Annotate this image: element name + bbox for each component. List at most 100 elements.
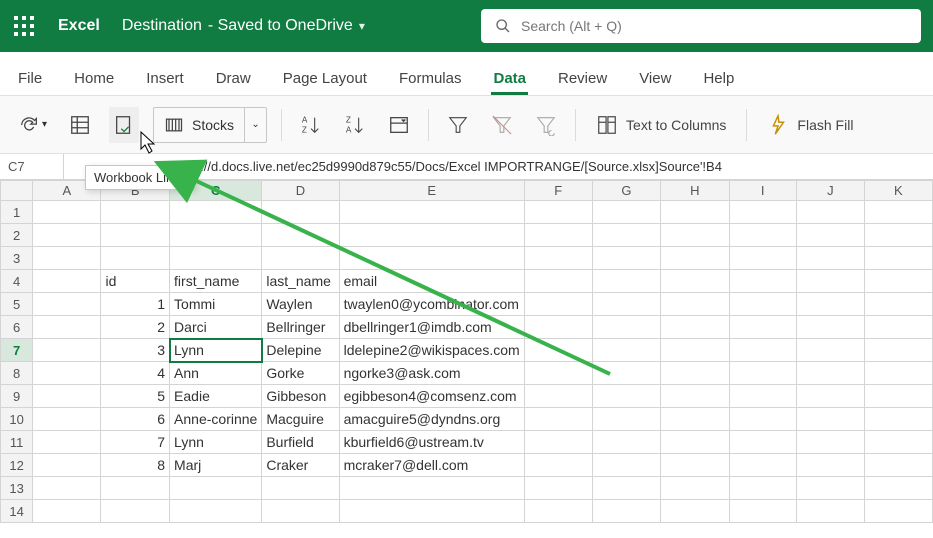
cell-B9[interactable]: 5	[101, 385, 170, 408]
cell-C11[interactable]: Lynn	[170, 431, 262, 454]
cell-B13[interactable]	[101, 477, 170, 500]
cell-H13[interactable]	[661, 477, 729, 500]
column-header-K[interactable]: K	[864, 181, 932, 201]
sort-az-button[interactable]: AZ	[296, 107, 326, 143]
cell-C3[interactable]	[170, 247, 262, 270]
cell-I14[interactable]	[729, 500, 796, 523]
cell-K11[interactable]	[864, 431, 932, 454]
cell-E5[interactable]: twaylen0@ycombinator.com	[339, 293, 524, 316]
cell-J4[interactable]	[796, 270, 864, 293]
cell-H3[interactable]	[661, 247, 729, 270]
cell-F10[interactable]	[524, 408, 592, 431]
cell-G2[interactable]	[592, 224, 660, 247]
cell-E13[interactable]	[339, 477, 524, 500]
cell-K3[interactable]	[864, 247, 932, 270]
cell-G1[interactable]	[592, 201, 660, 224]
cell-D4[interactable]: last_name	[262, 270, 339, 293]
cell-A7[interactable]	[33, 339, 101, 362]
cell-D14[interactable]	[262, 500, 339, 523]
cell-A4[interactable]	[33, 270, 101, 293]
row-header-14[interactable]: 14	[1, 500, 33, 523]
cell-F11[interactable]	[524, 431, 592, 454]
cell-A10[interactable]	[33, 408, 101, 431]
cell-C2[interactable]	[170, 224, 262, 247]
cell-E11[interactable]: kburfield6@ustream.tv	[339, 431, 524, 454]
cell-J11[interactable]	[796, 431, 864, 454]
cell-K10[interactable]	[864, 408, 932, 431]
stocks-datatype-button[interactable]: Stocks ⌄	[153, 107, 267, 143]
row-header-12[interactable]: 12	[1, 454, 33, 477]
tab-data[interactable]: Data	[491, 60, 528, 95]
cell-J6[interactable]	[796, 316, 864, 339]
document-title[interactable]: Destination - Saved to OneDrive ▾	[122, 17, 365, 35]
cell-H9[interactable]	[661, 385, 729, 408]
spreadsheet-grid[interactable]: ABCDEFGHIJK1234idfirst_namelast_nameemai…	[0, 180, 933, 523]
cell-C6[interactable]: Darci	[170, 316, 262, 339]
cell-C8[interactable]: Ann	[170, 362, 262, 385]
cell-I4[interactable]	[729, 270, 796, 293]
cell-J12[interactable]	[796, 454, 864, 477]
cell-C12[interactable]: Marj	[170, 454, 262, 477]
cell-B5[interactable]: 1	[101, 293, 170, 316]
cell-I6[interactable]	[729, 316, 796, 339]
cell-D11[interactable]: Burfield	[262, 431, 339, 454]
cell-F5[interactable]	[524, 293, 592, 316]
cell-J14[interactable]	[796, 500, 864, 523]
cell-D10[interactable]: Macguire	[262, 408, 339, 431]
cell-K8[interactable]	[864, 362, 932, 385]
cell-D3[interactable]	[262, 247, 339, 270]
cell-I2[interactable]	[729, 224, 796, 247]
cell-I5[interactable]	[729, 293, 796, 316]
tab-page-layout[interactable]: Page Layout	[281, 60, 369, 95]
tab-help[interactable]: Help	[701, 60, 736, 95]
cell-K1[interactable]	[864, 201, 932, 224]
cell-D1[interactable]	[262, 201, 339, 224]
cell-H6[interactable]	[661, 316, 729, 339]
cell-I13[interactable]	[729, 477, 796, 500]
cell-A8[interactable]	[33, 362, 101, 385]
row-header-13[interactable]: 13	[1, 477, 33, 500]
cell-C14[interactable]	[170, 500, 262, 523]
name-box[interactable]: C7	[0, 154, 64, 179]
cell-G4[interactable]	[592, 270, 660, 293]
workbook-links-button[interactable]	[109, 107, 139, 143]
cell-H7[interactable]	[661, 339, 729, 362]
cell-B6[interactable]: 2	[101, 316, 170, 339]
cell-H11[interactable]	[661, 431, 729, 454]
cell-E7[interactable]: ldelepine2@wikispaces.com	[339, 339, 524, 362]
cell-H2[interactable]	[661, 224, 729, 247]
cell-C5[interactable]: Tommi	[170, 293, 262, 316]
cell-J9[interactable]	[796, 385, 864, 408]
cell-F6[interactable]	[524, 316, 592, 339]
cell-C7[interactable]: Lynn	[170, 339, 262, 362]
cell-H5[interactable]	[661, 293, 729, 316]
cell-G10[interactable]	[592, 408, 660, 431]
clear-filter-button[interactable]	[487, 107, 517, 143]
cell-I8[interactable]	[729, 362, 796, 385]
cell-B11[interactable]: 7	[101, 431, 170, 454]
cell-C9[interactable]: Eadie	[170, 385, 262, 408]
cell-E9[interactable]: egibbeson4@comsenz.com	[339, 385, 524, 408]
cell-F7[interactable]	[524, 339, 592, 362]
cell-A1[interactable]	[33, 201, 101, 224]
column-header-H[interactable]: H	[661, 181, 729, 201]
cell-H8[interactable]	[661, 362, 729, 385]
cell-I10[interactable]	[729, 408, 796, 431]
row-header-10[interactable]: 10	[1, 408, 33, 431]
app-launcher-icon[interactable]	[12, 14, 36, 38]
cell-I11[interactable]	[729, 431, 796, 454]
cell-D8[interactable]: Gorke	[262, 362, 339, 385]
cell-H4[interactable]	[661, 270, 729, 293]
row-header-3[interactable]: 3	[1, 247, 33, 270]
cell-K7[interactable]	[864, 339, 932, 362]
cell-K13[interactable]	[864, 477, 932, 500]
cell-J7[interactable]	[796, 339, 864, 362]
sort-za-button[interactable]: ZA	[340, 107, 370, 143]
cell-I12[interactable]	[729, 454, 796, 477]
row-header-8[interactable]: 8	[1, 362, 33, 385]
cell-K2[interactable]	[864, 224, 932, 247]
cell-G8[interactable]	[592, 362, 660, 385]
cell-D2[interactable]	[262, 224, 339, 247]
cell-I3[interactable]	[729, 247, 796, 270]
cell-E8[interactable]: ngorke3@ask.com	[339, 362, 524, 385]
